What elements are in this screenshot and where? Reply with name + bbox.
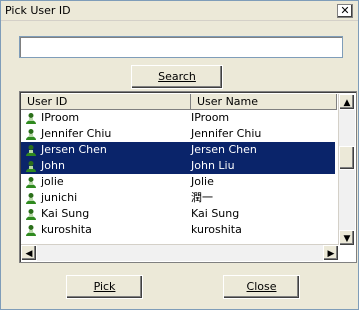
column-header-user-id[interactable]: User ID [21,94,191,110]
user-icon [26,113,36,124]
vertical-scroll-thumb[interactable] [339,146,355,170]
user-name-cell: Jersen Chen [191,143,257,156]
title-bar: Pick User ID ✕ [1,1,358,21]
user-name-cell: John Liu [191,159,235,172]
user-name-cell: kuroshita [191,223,242,236]
scroll-up-icon[interactable]: ▲ [339,94,355,110]
horizontal-scrollbar[interactable]: ◀ ▶ [21,244,339,261]
scroll-down-icon[interactable]: ▼ [339,230,355,246]
user-icon [26,225,36,236]
pick-button-label: Pick [93,280,116,293]
table-row[interactable]: jolie Jolie [21,174,335,190]
user-name-cell: 潤一 [191,191,213,204]
search-button-label: Search [158,70,196,83]
user-name-cell: IProom [191,111,230,124]
column-header-user-name[interactable]: User Name [191,94,337,110]
user-icon [26,193,36,204]
table-row[interactable]: Kai Sung Kai Sung [21,206,335,222]
user-name-cell: Kai Sung [191,207,240,220]
user-id-cell: Jennifer Chiu [41,127,112,140]
table-row[interactable]: Jersen Chen Jersen Chen [21,142,335,158]
table-row[interactable]: kuroshita kuroshita [21,222,335,238]
pick-button[interactable]: Pick [66,275,143,299]
user-id-cell: Kai Sung [41,207,90,220]
user-id-cell: kuroshita [41,223,92,236]
table-row[interactable]: junichi 潤一 [21,190,335,206]
list-rows: IProom IProom Jennifer Chiu Jennifer Chiu Je… [21,110,335,242]
dialog-title: Pick User ID [5,4,71,17]
user-id-cell: John [41,159,65,172]
user-list[interactable]: User ID User Name IProom IProom Jennifer C… [19,91,357,263]
title-close-button[interactable]: ✕ [337,4,353,18]
table-row[interactable]: John John Liu [21,158,335,174]
user-name-cell: Jennifer Chiu [191,127,262,140]
user-icon [26,209,36,220]
close-icon: ✕ [340,4,350,17]
user-id-cell: IProom [41,111,80,124]
vertical-scrollbar[interactable]: ▲ ▼ [338,94,355,246]
user-id-cell: jolie [41,175,64,188]
list-header: User ID User Name [21,94,340,110]
scroll-right-icon[interactable]: ▶ [323,245,339,261]
user-icon [26,129,36,140]
close-button[interactable]: Close [223,275,300,299]
user-icon [26,161,36,172]
user-name-cell: Jolie [191,175,214,188]
user-id-cell: Jersen Chen [41,143,107,156]
search-input[interactable] [19,36,343,58]
user-icon [26,145,36,156]
table-row[interactable]: IProom IProom [21,110,335,126]
close-button-label: Close [246,280,277,293]
scroll-left-icon[interactable]: ◀ [21,245,37,261]
pick-user-dialog: Pick User ID ✕ Search User ID User Name … [0,0,359,310]
search-button[interactable]: Search [131,65,223,89]
user-icon [26,177,36,188]
user-id-cell: junichi [41,191,78,204]
table-row[interactable]: Jennifer Chiu Jennifer Chiu [21,126,335,142]
